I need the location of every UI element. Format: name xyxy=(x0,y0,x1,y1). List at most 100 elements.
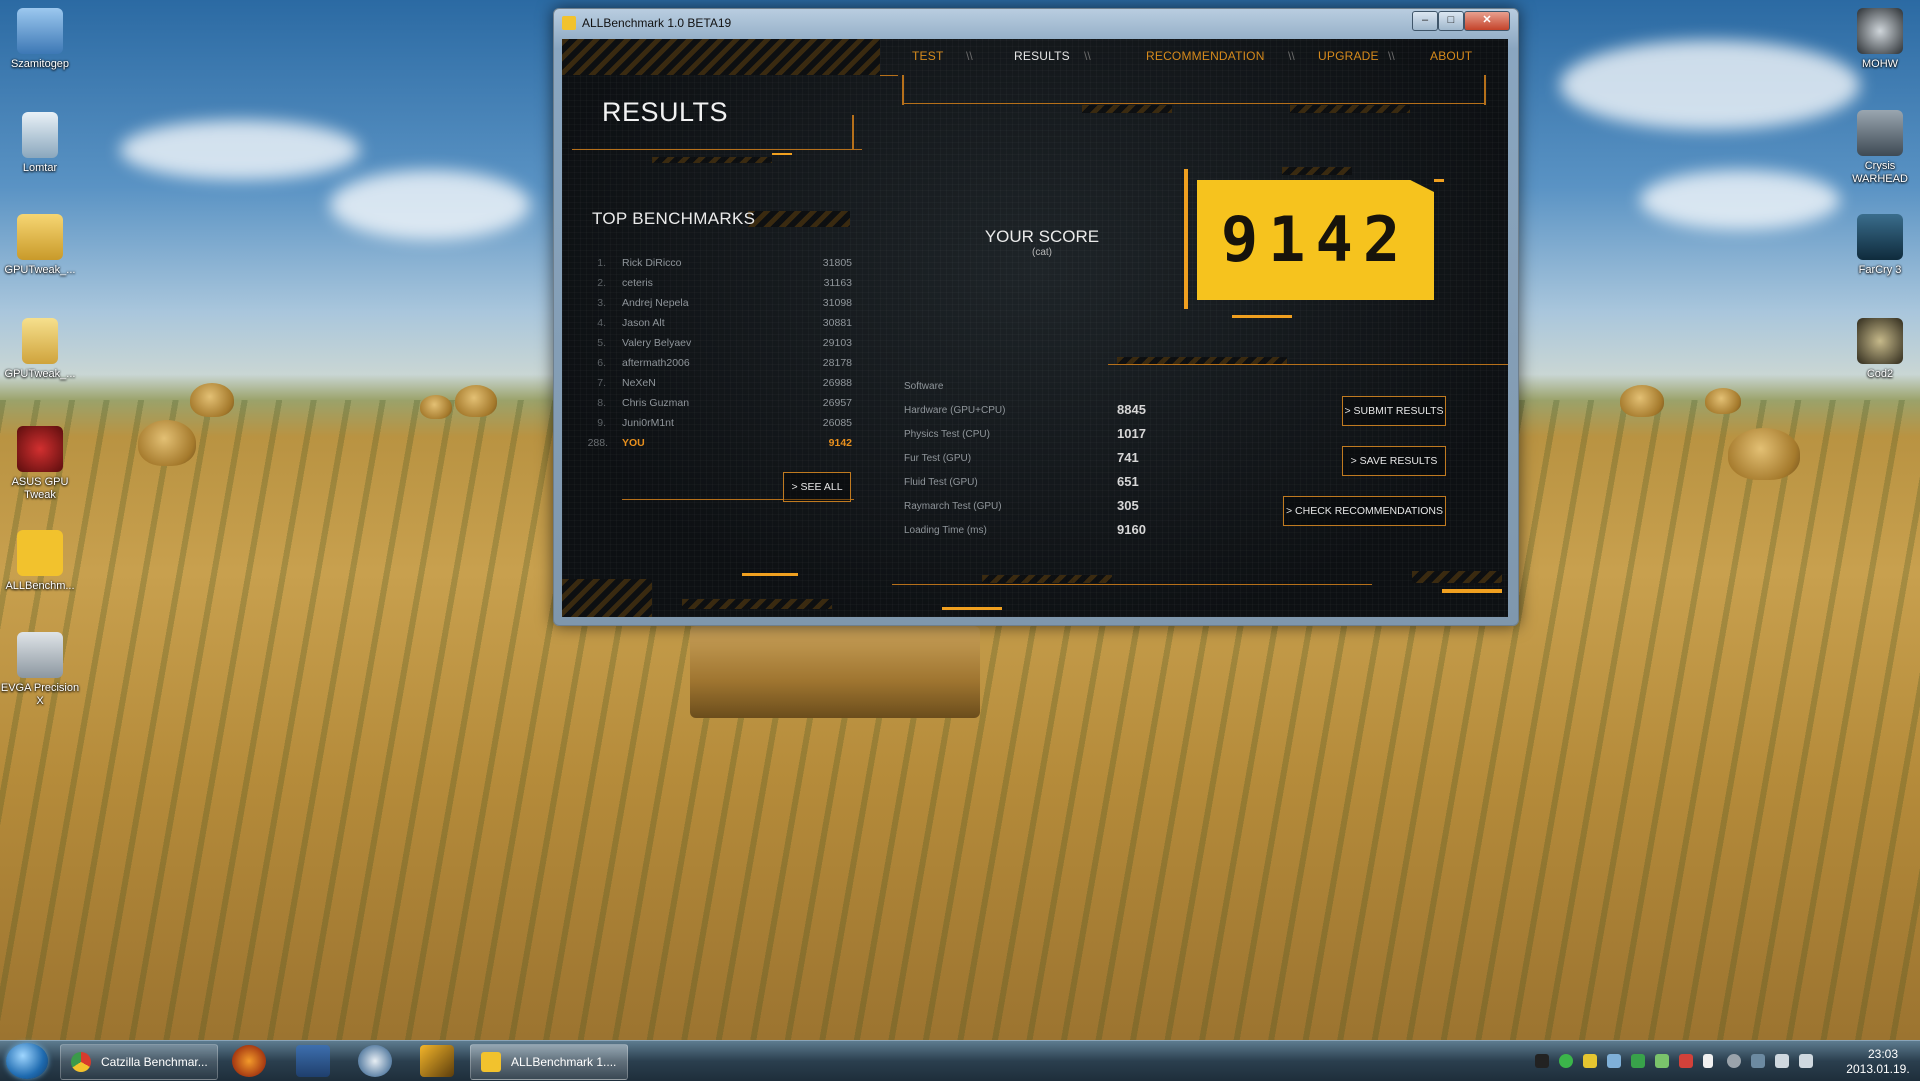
desktop-icon-evga-precision[interactable]: EVGA Precision X xyxy=(0,632,80,708)
taskbar-button-catzilla[interactable]: Catzilla Benchmar... xyxy=(60,1044,218,1080)
allbenchmark-icon xyxy=(17,530,63,576)
decorative-stripes xyxy=(1412,571,1502,583)
minimize-button[interactable]: – xyxy=(1412,11,1438,31)
hay-bale xyxy=(1620,385,1664,417)
leaderboard-name: ceteris xyxy=(622,277,653,289)
result-value-loading-time: 9160 xyxy=(1117,522,1146,537)
see-all-button[interactable]: > SEE ALL xyxy=(783,472,851,502)
decorative-stripes xyxy=(682,599,832,609)
tray-icon[interactable] xyxy=(1607,1054,1621,1068)
clock-date[interactable]: 2013.01.19. xyxy=(1838,1062,1918,1076)
leaderboard-row: 9. Juni0rM1nt 26085 xyxy=(592,417,852,437)
recycle-bin-icon xyxy=(22,112,58,158)
desktop-icon-mohw[interactable]: MOHW xyxy=(1840,8,1920,71)
nav-recommendation[interactable]: RECOMMENDATION xyxy=(1146,49,1265,63)
app-content: TEST \\ RESULTS \\ RECOMMENDATION \\ UPG… xyxy=(562,39,1508,617)
leaderboard-rank: 288. xyxy=(587,437,608,449)
leaderboard-row: 2. ceteris 31163 xyxy=(592,277,852,297)
zip-folder-icon xyxy=(17,214,63,260)
desktop-icon-gputweak-zip[interactable]: GPUTweak_... xyxy=(0,214,80,277)
mail-icon[interactable] xyxy=(358,1045,392,1077)
desktop-icon-gputweak-folder[interactable]: GPUTweak_... xyxy=(0,318,80,381)
clock-time[interactable]: 23:03 xyxy=(1848,1047,1918,1061)
check-recommendations-button[interactable]: > CHECK RECOMMENDATIONS xyxy=(1283,496,1446,526)
asus-gpu-tweak-icon xyxy=(17,426,63,472)
taskbar-button-label: ALLBenchmark 1.... xyxy=(511,1055,617,1069)
your-score-label: YOUR SCORE xyxy=(984,227,1100,246)
nav-results[interactable]: RESULTS xyxy=(1014,49,1070,63)
volume-icon[interactable] xyxy=(1799,1054,1813,1068)
desktop-icon-crysis[interactable]: Crysis WARHEAD xyxy=(1840,110,1920,186)
desktop-icon-allbenchmark[interactable]: ALLBenchm... xyxy=(0,530,80,593)
computer-icon xyxy=(17,8,63,54)
chrome-icon xyxy=(71,1052,91,1072)
firefox-icon[interactable] xyxy=(232,1045,266,1077)
tray-icon[interactable] xyxy=(1535,1054,1549,1068)
leaderboard-rank: 3. xyxy=(597,297,606,309)
desktop-icon-computer[interactable]: Szamitogep xyxy=(0,8,80,71)
decorative-line xyxy=(852,115,854,149)
nav-separator: \\ xyxy=(1288,49,1295,63)
result-label-software: Software xyxy=(904,381,944,392)
hay-bale xyxy=(455,385,497,417)
taskbar-button-allbenchmark[interactable]: ALLBenchmark 1.... xyxy=(470,1044,628,1080)
desktop-icon-recycle-bin[interactable]: Lomtar xyxy=(0,112,80,175)
tray-icon[interactable] xyxy=(1655,1054,1669,1068)
leaderboard-row: 4. Jason Alt 30881 xyxy=(592,317,852,337)
leaderboard-name: Chris Guzman xyxy=(622,397,690,409)
decorative-stripes xyxy=(652,157,772,163)
tray-icon[interactable] xyxy=(1583,1054,1597,1068)
decorative-stripes xyxy=(1290,105,1410,113)
cloud xyxy=(120,120,360,180)
leaderboard-name: Rick DiRicco xyxy=(622,257,682,269)
desktop-icon-label: Szamitogep xyxy=(10,58,70,70)
maximize-button[interactable]: □ xyxy=(1438,11,1464,31)
leaderboard-row: 7. NeXeN 26988 xyxy=(592,377,852,397)
network-icon[interactable] xyxy=(1775,1054,1789,1068)
taskbar-button-label: Catzilla Benchmar... xyxy=(101,1055,208,1069)
hay-bale xyxy=(690,626,980,718)
window-titlebar[interactable]: ALLBenchmark 1.0 BETA19 – □ ✕ xyxy=(554,9,1518,37)
desktop-icon-label: ALLBenchm... xyxy=(5,580,75,592)
tray-icon[interactable] xyxy=(1727,1054,1741,1068)
leaderboard-score: 31098 xyxy=(822,297,852,309)
leaderboard-score: 26957 xyxy=(822,397,852,409)
decorative-line xyxy=(742,573,798,576)
decorative-line xyxy=(880,75,898,76)
leaderboard-score: 26988 xyxy=(822,377,852,389)
hay-bale xyxy=(190,383,234,417)
decorative-stripes xyxy=(562,39,880,75)
tray-icon[interactable] xyxy=(1751,1054,1765,1068)
nav-about[interactable]: ABOUT xyxy=(1430,49,1472,63)
decorative-stripes xyxy=(562,579,652,617)
leaderboard-rank: 8. xyxy=(597,397,606,409)
allbenchmark-icon xyxy=(481,1052,501,1072)
desktop-icon-farcry3[interactable]: FarCry 3 xyxy=(1840,214,1920,277)
nav-test[interactable]: TEST xyxy=(912,49,943,63)
nav-upgrade[interactable]: UPGRADE xyxy=(1318,49,1379,63)
desktop-icon-asus-gpu-tweak[interactable]: ASUS GPU Tweak xyxy=(0,426,80,502)
save-results-button[interactable]: > SAVE RESULTS xyxy=(1342,446,1446,476)
submit-results-button[interactable]: > SUBMIT RESULTS xyxy=(1342,396,1446,426)
catzilla-icon[interactable] xyxy=(420,1045,454,1077)
flag-icon[interactable] xyxy=(1703,1054,1713,1068)
leaderboard-row: 5. Valery Belyaev 29103 xyxy=(592,337,852,357)
start-button[interactable] xyxy=(6,1043,48,1079)
decorative-line xyxy=(1232,315,1292,318)
desktop-icon-cod2[interactable]: Cod2 xyxy=(1840,318,1920,381)
tray-icon[interactable] xyxy=(1631,1054,1645,1068)
nav-separator: \\ xyxy=(1388,49,1395,63)
leaderboard-name: aftermath2006 xyxy=(622,357,690,369)
tray-icon[interactable] xyxy=(1559,1054,1573,1068)
decorative-line xyxy=(1442,589,1502,593)
tray-icon[interactable] xyxy=(1679,1054,1693,1068)
folder-icon xyxy=(22,318,58,364)
leaderboard-score: 28178 xyxy=(822,357,852,369)
window-title: ALLBenchmark 1.0 BETA19 xyxy=(582,16,732,30)
save-disk-icon[interactable] xyxy=(296,1045,330,1077)
result-label-physics: Physics Test (CPU) xyxy=(904,429,990,440)
cloud xyxy=(1640,170,1840,230)
decorative-stripes xyxy=(982,575,1112,583)
leaderboard-rank: 1. xyxy=(597,257,606,269)
close-button[interactable]: ✕ xyxy=(1464,11,1510,31)
